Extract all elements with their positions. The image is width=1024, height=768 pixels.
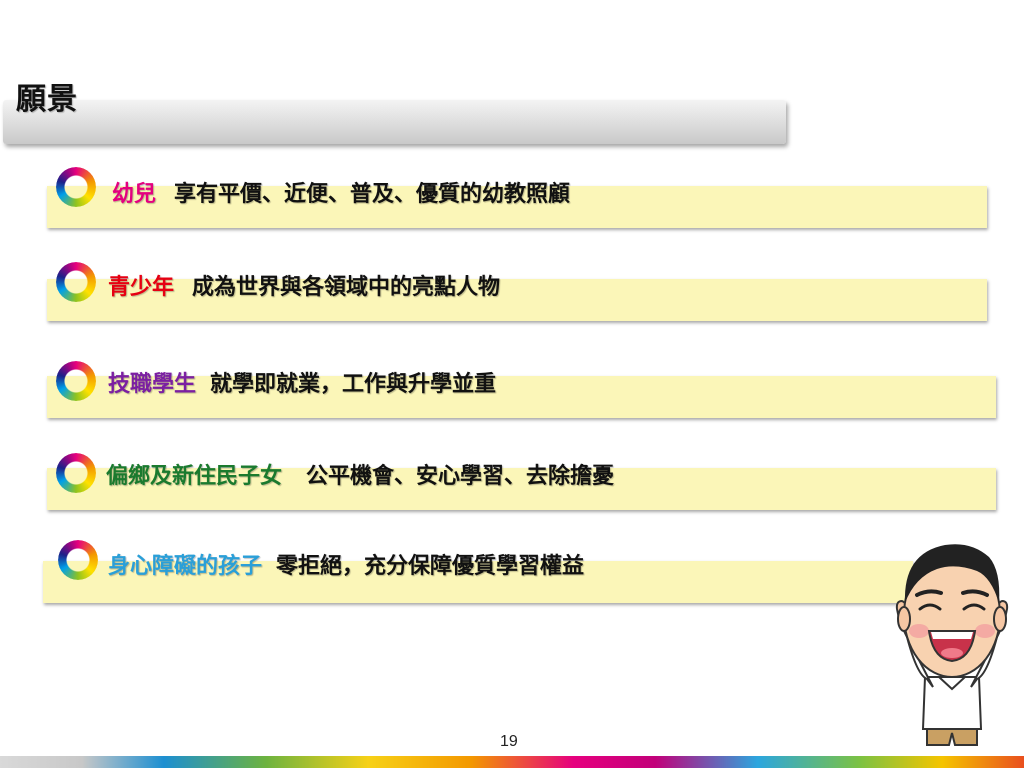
row-1-label: 幼兒 <box>112 182 157 207</box>
row-3-desc: 就學即就業，工作與升學並重 <box>210 372 497 397</box>
row-2-desc: 成為世界與各領域中的亮點人物 <box>192 275 501 300</box>
row-5-label: 身心障礙的孩子 <box>108 554 263 579</box>
row-4-text: 偏鄉及新住民子女 公平機會、安心學習、去除擔憂 <box>106 458 614 490</box>
row-1-text: 幼兒 享有平價、近便、普及、優質的幼教照顧 <box>112 176 570 208</box>
row-4-label: 偏鄉及新住民子女 <box>106 464 283 489</box>
ring-bullet-icon <box>58 540 98 580</box>
row-3-label: 技職學生 <box>108 372 197 397</box>
ring-bullet-icon <box>56 167 96 207</box>
ring-bullet-icon <box>56 453 96 493</box>
row-2-label: 青少年 <box>108 275 175 300</box>
row-2-text: 青少年 成為世界與各領域中的亮點人物 <box>108 269 500 301</box>
title-bar <box>3 100 786 144</box>
row-1-desc: 享有平價、近便、普及、優質的幼教照顧 <box>174 182 571 207</box>
page-number: 19 <box>500 733 518 750</box>
row-5-text: 身心障礙的孩子 零拒絕，充分保障優質學習權益 <box>108 548 584 580</box>
page-title: 願景 <box>16 82 78 117</box>
row-4-desc: 公平機會、安心學習、去除擔憂 <box>306 464 615 489</box>
row-5-desc: 零拒絕，充分保障優質學習權益 <box>276 554 585 579</box>
bottom-color-stripe <box>0 756 1024 768</box>
mascot-cartoon <box>895 544 1009 746</box>
row-3-text: 技職學生 就學即就業，工作與升學並重 <box>108 366 496 398</box>
ring-bullet-icon <box>56 262 96 302</box>
ring-bullet-icon <box>56 361 96 401</box>
